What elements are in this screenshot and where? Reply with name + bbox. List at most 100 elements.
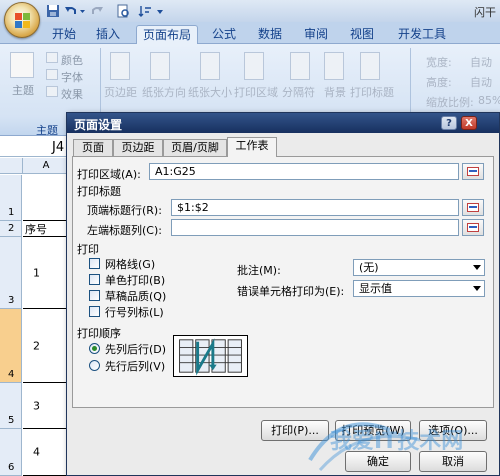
- close-button[interactable]: X: [461, 116, 477, 130]
- over-then-down-label[interactable]: 先行后列(V): [105, 358, 165, 374]
- top-rows-label: 顶端标题行(R):: [87, 204, 162, 217]
- tab-data[interactable]: 数据: [250, 25, 290, 44]
- errors-label: 错误单元格打印为(E):: [237, 285, 345, 298]
- save-icon[interactable]: [46, 4, 60, 18]
- tab-sheet[interactable]: 工作表: [227, 137, 277, 157]
- print-area-button[interactable]: 打印区域: [234, 84, 278, 100]
- cell-a4[interactable]: 2: [23, 309, 70, 383]
- tab-review[interactable]: 审阅: [296, 25, 336, 44]
- ok-button[interactable]: 确定: [345, 451, 411, 472]
- down-then-over-radio[interactable]: [89, 343, 100, 354]
- formula-bar[interactable]: J4: [0, 137, 70, 157]
- left-cols-input[interactable]: [171, 219, 459, 236]
- page-order-preview-icon: [173, 335, 248, 377]
- draft-quality-label[interactable]: 草稿品质(Q): [105, 288, 166, 304]
- down-then-over-label[interactable]: 先列后行(D): [105, 341, 166, 357]
- office-button[interactable]: [4, 2, 40, 38]
- themes-group-label: 主题: [36, 124, 58, 137]
- height-value[interactable]: 自动: [470, 74, 492, 90]
- scale-label: 缩放比例:: [426, 96, 474, 109]
- gridlines-label[interactable]: 网格线(G): [105, 256, 155, 272]
- draft-quality-checkbox[interactable]: [89, 290, 100, 301]
- row-header-5[interactable]: 5: [0, 383, 22, 429]
- black-white-label[interactable]: 单色打印(B): [105, 272, 165, 288]
- width-value[interactable]: 自动: [470, 54, 492, 70]
- tab-page[interactable]: 页面: [73, 139, 113, 156]
- column-header-bar: A: [0, 158, 70, 174]
- left-cols-label: 左端标题列(C):: [87, 224, 162, 237]
- print-preview-icon[interactable]: [116, 4, 130, 18]
- gridlines-checkbox[interactable]: [89, 258, 100, 269]
- errors-dropdown-icon: [473, 286, 481, 291]
- size-button[interactable]: 纸张大小: [188, 84, 232, 100]
- options-button[interactable]: 选项(O)...: [419, 420, 487, 441]
- window-title: 闪干: [474, 6, 496, 19]
- column-header-a[interactable]: A: [23, 158, 70, 174]
- customize-qat-icon[interactable]: [156, 4, 164, 18]
- row-col-headings-label[interactable]: 行号列标(L): [105, 304, 164, 320]
- orientation-button[interactable]: 纸张方向: [142, 84, 186, 100]
- redo-icon[interactable]: [90, 4, 104, 18]
- print-button[interactable]: 打印(P)...: [261, 420, 329, 441]
- print-preview-button[interactable]: 打印预览(W): [335, 420, 411, 441]
- office-logo-icon: [15, 13, 31, 29]
- print-area-collapse-button[interactable]: [462, 163, 484, 180]
- row-header-1[interactable]: 1: [0, 175, 22, 221]
- breaks-button[interactable]: 分隔符: [282, 84, 315, 100]
- left-cols-collapse-button[interactable]: [462, 219, 484, 236]
- row-header-6[interactable]: 6: [0, 429, 22, 476]
- cell-a6[interactable]: 4: [23, 429, 70, 476]
- cell-a2[interactable]: 序号: [23, 221, 70, 237]
- colors-button[interactable]: 颜色: [61, 52, 83, 68]
- tab-page-layout[interactable]: 页面布局: [136, 25, 198, 44]
- row-header-2[interactable]: 2: [0, 221, 22, 237]
- select-all-corner[interactable]: [0, 158, 23, 174]
- margins-button[interactable]: 页边距: [104, 84, 137, 100]
- cell-a3[interactable]: 1: [23, 237, 70, 309]
- size-icon: [200, 52, 220, 80]
- over-then-down-radio[interactable]: [89, 360, 100, 371]
- help-button[interactable]: ?: [441, 116, 457, 130]
- title-bar: 闪干: [0, 0, 500, 38]
- undo-dropdown-icon[interactable]: [79, 4, 86, 18]
- comments-select[interactable]: (无): [353, 259, 485, 276]
- tab-developer[interactable]: 开发工具: [390, 25, 454, 44]
- tab-header-footer[interactable]: 页眉/页脚: [163, 139, 227, 156]
- row-header-3[interactable]: 3: [0, 237, 22, 309]
- tab-view[interactable]: 视图: [342, 25, 382, 44]
- cell-a5[interactable]: 3: [23, 383, 70, 429]
- dialog-title-bar[interactable]: 页面设置 ? X: [67, 113, 499, 133]
- sort-icon[interactable]: [138, 4, 152, 18]
- print-titles-label: 打印标题: [77, 185, 121, 198]
- cancel-button[interactable]: 取消: [419, 451, 487, 472]
- themes-button[interactable]: 主题: [12, 82, 34, 98]
- undo-icon[interactable]: [64, 4, 78, 18]
- row-col-headings-checkbox[interactable]: [89, 306, 100, 317]
- background-button[interactable]: 背景: [324, 84, 346, 100]
- tab-margins[interactable]: 页边距: [113, 139, 163, 156]
- cell-a1[interactable]: [23, 175, 70, 221]
- errors-select[interactable]: 显示值: [353, 280, 485, 297]
- width-label: 宽度:: [426, 56, 452, 69]
- row-header-4[interactable]: 4: [0, 309, 22, 383]
- dialog-title: 页面设置: [74, 118, 123, 132]
- top-rows-collapse-button[interactable]: [462, 199, 484, 216]
- colors-icon: [46, 52, 58, 63]
- orientation-icon: [150, 52, 170, 80]
- effects-icon: [46, 86, 58, 97]
- print-titles-icon: [360, 52, 380, 80]
- scale-value[interactable]: 85%: [478, 94, 500, 107]
- print-section-label: 打印: [77, 243, 99, 256]
- effects-button[interactable]: 效果: [61, 86, 83, 102]
- breaks-icon: [290, 52, 310, 80]
- black-white-checkbox[interactable]: [89, 274, 100, 285]
- themes-icon[interactable]: [10, 52, 34, 78]
- fonts-button[interactable]: 字体: [61, 69, 83, 85]
- tab-home[interactable]: 开始: [44, 25, 84, 44]
- tab-formulas[interactable]: 公式: [204, 25, 244, 44]
- print-area-input[interactable]: A1:G25: [149, 163, 459, 180]
- top-rows-input[interactable]: $1:$2: [171, 199, 459, 216]
- print-area-icon: [244, 52, 264, 80]
- tab-insert[interactable]: 插入: [88, 25, 128, 44]
- print-titles-button[interactable]: 打印标题: [350, 84, 394, 100]
